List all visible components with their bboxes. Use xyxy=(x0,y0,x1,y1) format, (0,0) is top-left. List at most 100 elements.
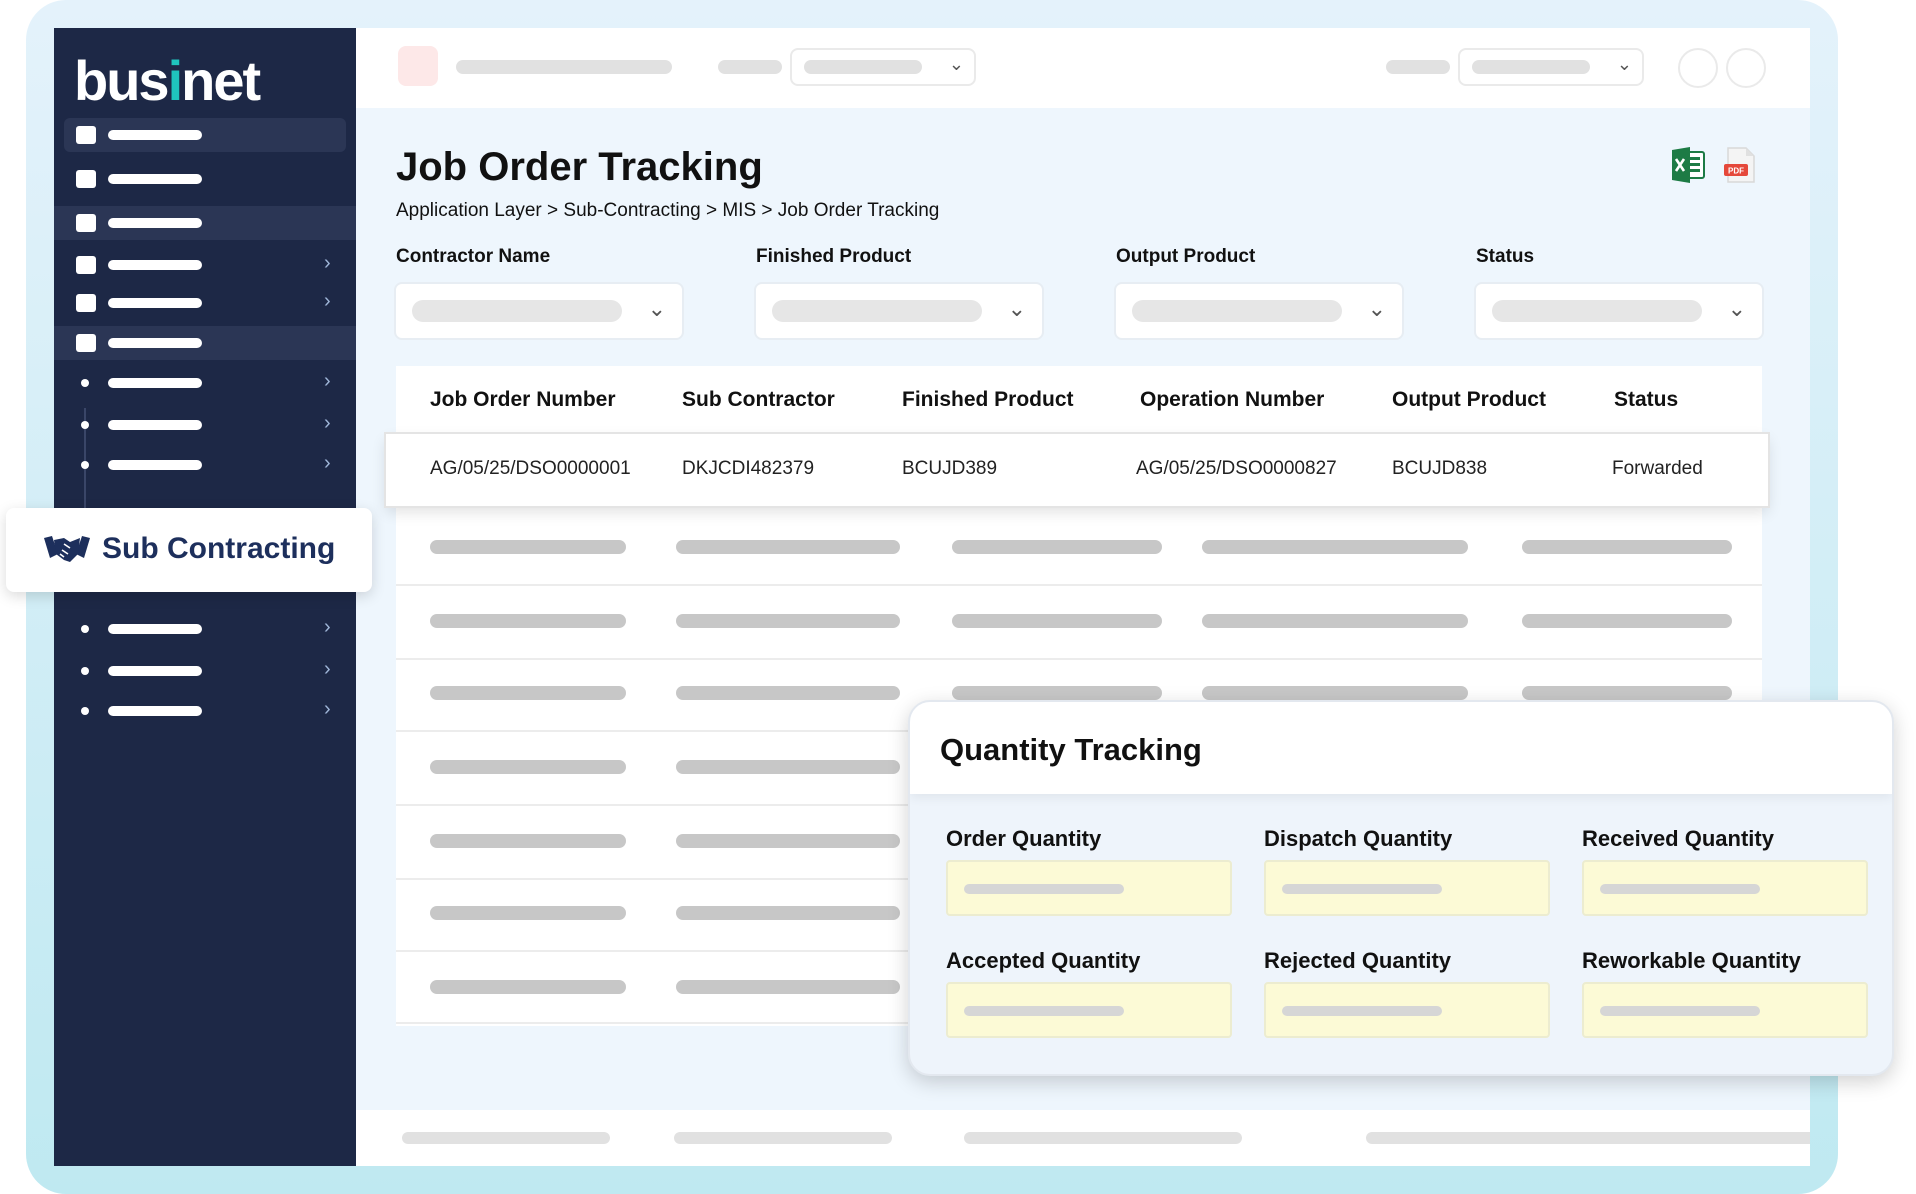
sidebar-subitem-6[interactable]: › xyxy=(54,694,356,728)
placeholder-text xyxy=(964,884,1124,894)
rejected-quantity-field[interactable] xyxy=(1264,982,1550,1038)
filter-label-finished-product: Finished Product xyxy=(756,246,912,267)
sidebar-subitem-5[interactable]: › xyxy=(54,654,356,688)
table-row-highlighted[interactable]: AG/05/25/DSO0000001 DKJCDI482379 BCUJD38… xyxy=(386,434,1768,506)
order-quantity-field[interactable] xyxy=(946,860,1232,916)
sidebar-item-label xyxy=(108,298,202,308)
placeholder-text xyxy=(402,1132,610,1144)
sidebar-item-label xyxy=(108,174,202,184)
top-select-2[interactable]: ⌄ xyxy=(1458,48,1644,86)
output-product-select[interactable]: ⌄ xyxy=(1114,282,1404,340)
footer-bar xyxy=(356,1110,1810,1166)
filter-label-contractor: Contractor Name xyxy=(396,246,551,267)
menu-icon xyxy=(76,334,96,352)
cell-job-order-number: AG/05/25/DSO0000001 xyxy=(430,458,631,479)
sidebar-item-1[interactable] xyxy=(64,118,346,152)
column-header[interactable]: Sub Contractor xyxy=(682,388,835,412)
bullet-icon xyxy=(81,421,89,429)
placeholder-text xyxy=(964,1132,1242,1144)
placeholder-text xyxy=(964,1006,1124,1016)
quantity-tracking-header: Quantity Tracking xyxy=(910,702,1892,794)
chevron-right-icon: › xyxy=(324,616,331,638)
quantity-tracking-card: Quantity Tracking Order Quantity Dispatc… xyxy=(908,700,1894,1076)
reworkable-quantity-field[interactable] xyxy=(1582,982,1868,1038)
excel-icon[interactable] xyxy=(1670,146,1706,184)
sidebar-item-sub-contracting[interactable]: Sub Contracting xyxy=(6,508,372,592)
sidebar-item-label xyxy=(108,378,202,388)
menu-icon xyxy=(76,214,96,232)
quantity-tracking-title: Quantity Tracking xyxy=(940,732,1202,767)
received-quantity-field[interactable] xyxy=(1582,860,1868,916)
profile-avatar[interactable] xyxy=(1726,48,1766,88)
top-bar: ⌄ ⌄ xyxy=(356,28,1810,108)
placeholder-text xyxy=(1600,1006,1760,1016)
sidebar-item-label xyxy=(108,624,202,634)
chevron-right-icon: › xyxy=(324,698,331,720)
notification-button[interactable] xyxy=(1678,48,1718,88)
accepted-quantity-field[interactable] xyxy=(946,982,1232,1038)
status-select[interactable]: ⌄ xyxy=(1474,282,1764,340)
chevron-right-icon: › xyxy=(324,658,331,680)
dispatch-quantity-field[interactable] xyxy=(1264,860,1550,916)
menu-icon xyxy=(76,126,96,144)
table-header: Job Order Number Sub Contractor Finished… xyxy=(396,366,1762,436)
sidebar-item-label xyxy=(108,420,202,430)
placeholder-text xyxy=(1282,884,1442,894)
cell-status: Forwarded xyxy=(1612,458,1703,479)
sidebar-subitem-3[interactable]: › xyxy=(54,448,356,482)
dispatch-quantity-label: Dispatch Quantity xyxy=(1264,826,1453,851)
pdf-icon[interactable]: PDF xyxy=(1722,146,1758,184)
row-divider xyxy=(396,658,1762,660)
chevron-right-icon: › xyxy=(324,252,331,274)
row-divider xyxy=(396,584,1762,586)
sub-contracting-label: Sub Contracting xyxy=(102,532,336,565)
placeholder-text xyxy=(674,1132,892,1144)
sidebar-item-3[interactable] xyxy=(54,206,356,240)
sidebar-item-label xyxy=(108,218,202,228)
chevron-right-icon: › xyxy=(324,290,331,312)
placeholder-text xyxy=(1282,1006,1442,1016)
column-header[interactable]: Operation Number xyxy=(1140,388,1324,412)
sidebar-item-6[interactable] xyxy=(54,326,356,360)
column-header[interactable]: Job Order Number xyxy=(430,388,616,412)
bullet-icon xyxy=(81,379,89,387)
column-header[interactable]: Finished Product xyxy=(902,388,1074,412)
placeholder-text xyxy=(1132,300,1342,322)
sidebar-item-label xyxy=(108,338,202,348)
filter-label-status: Status xyxy=(1476,246,1535,267)
sidebar-item-4[interactable]: › xyxy=(54,248,356,282)
sidebar-item-label xyxy=(108,260,202,270)
column-header[interactable]: Status xyxy=(1614,388,1678,412)
placeholder-text xyxy=(804,60,922,74)
sidebar-subitem-1[interactable]: › xyxy=(54,366,356,400)
contractor-select[interactable]: ⌄ xyxy=(394,282,684,340)
cell-operation-number: AG/05/25/DSO0000827 xyxy=(1136,458,1337,479)
placeholder-text xyxy=(456,60,672,74)
column-header[interactable]: Output Product xyxy=(1392,388,1546,412)
sidebar-item-label xyxy=(108,666,202,676)
top-select-1[interactable]: ⌄ xyxy=(790,48,976,86)
filter-label-output-product: Output Product xyxy=(1116,246,1256,267)
cell-output-product: BCUJD838 xyxy=(1392,458,1488,479)
placeholder-text xyxy=(1366,1132,1810,1144)
placeholder-text xyxy=(1492,300,1702,322)
sidebar-subitem-2[interactable]: › xyxy=(54,408,356,442)
chevron-down-icon: ⌄ xyxy=(1367,296,1386,321)
sidebar-item-2[interactable] xyxy=(54,162,356,196)
placeholder-text xyxy=(772,300,982,322)
sidebar-item-5[interactable]: › xyxy=(54,286,356,320)
chevron-right-icon: › xyxy=(324,412,331,434)
placeholder-text xyxy=(412,300,622,322)
svg-text:PDF: PDF xyxy=(1728,167,1744,176)
bullet-icon xyxy=(81,707,89,715)
received-quantity-label: Received Quantity xyxy=(1582,826,1774,851)
placeholder-text xyxy=(718,60,782,74)
reworkable-quantity-label: Reworkable Quantity xyxy=(1582,948,1801,973)
sidebar-subitem-4[interactable]: › xyxy=(54,612,356,646)
chevron-down-icon: ⌄ xyxy=(948,54,964,74)
placeholder-text xyxy=(1600,884,1760,894)
rejected-quantity-label: Rejected Quantity xyxy=(1264,948,1452,973)
finished-product-select[interactable]: ⌄ xyxy=(754,282,1044,340)
bullet-icon xyxy=(81,625,89,633)
chevron-down-icon: ⌄ xyxy=(1727,296,1746,321)
